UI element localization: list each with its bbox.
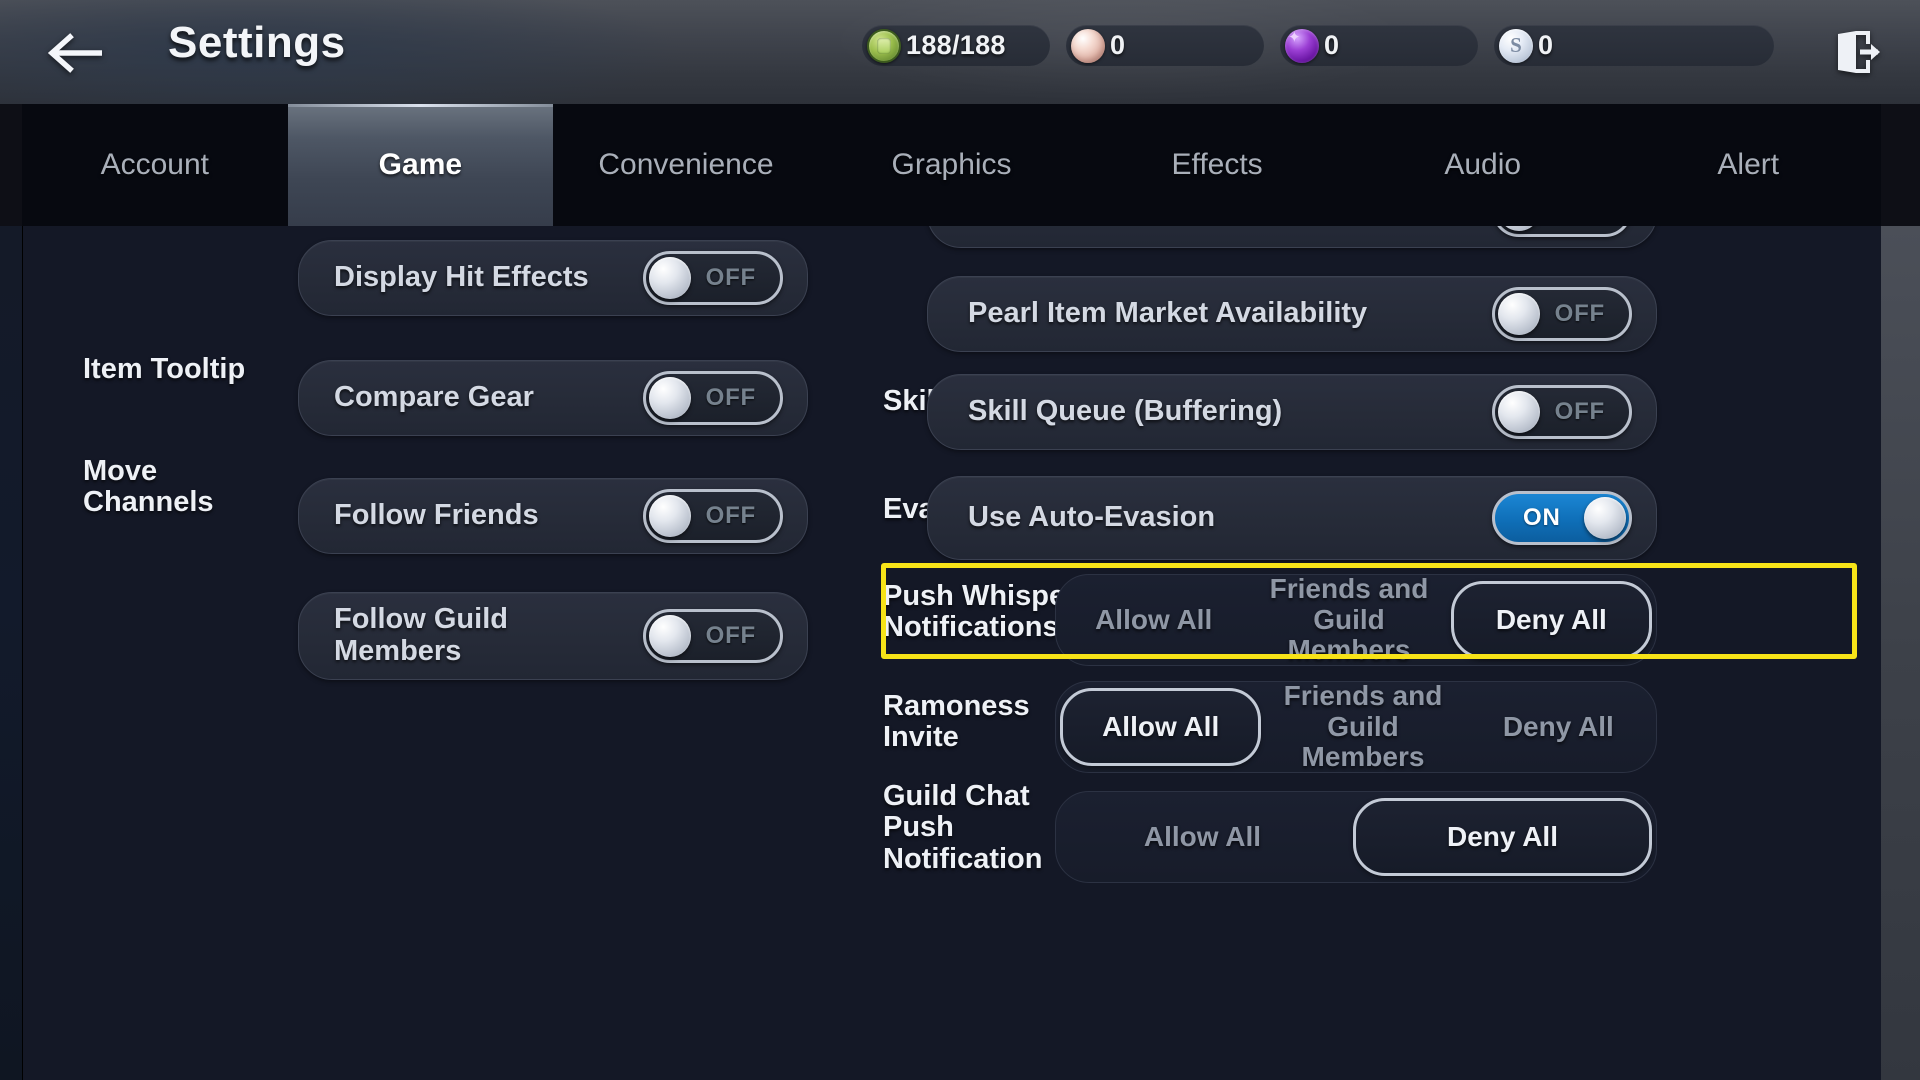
tab-account[interactable]: Account	[22, 104, 288, 226]
toggle-knob	[1584, 497, 1626, 539]
currency-pearl-value: 0	[1110, 30, 1126, 60]
tab-convenience[interactable]: Convenience	[553, 104, 819, 226]
settings-content: Display Hit Effects OFF Item Tooltip Com…	[22, 226, 1881, 1080]
toggle-knob	[649, 615, 691, 657]
currency-gem-value: 0	[1324, 30, 1340, 60]
row-follow-guild-members-label: Follow Guild Members	[334, 603, 508, 667]
segmented-push-whisper-notifications: Allow All Friends and Guild Members Deny…	[1055, 573, 1657, 666]
row-skill-queue-buffering[interactable]: Skill Queue (Buffering) OFF	[927, 374, 1657, 450]
seg-ramoness-friends-guild[interactable]: Friends and Guild Members	[1265, 680, 1460, 772]
currency-silver[interactable]: S 0	[1494, 25, 1774, 66]
segmented-guild-chat-push-notification: Allow All Deny All	[1055, 791, 1657, 883]
tab-alert[interactable]: Alert	[1615, 104, 1881, 226]
tab-graphics-label: Graphics	[891, 148, 1012, 181]
currency-energy-value: 188/188	[906, 30, 1006, 60]
tab-audio[interactable]: Audio	[1350, 104, 1616, 226]
toggle-skill-queue-buffering-state: OFF	[1554, 398, 1605, 425]
tab-effects-label: Effects	[1171, 148, 1263, 181]
row-display-hit-effects-label: Display Hit Effects	[334, 261, 589, 294]
seg-push-whisper-friends-guild[interactable]: Friends and Guild Members	[1251, 573, 1446, 665]
toggle-use-auto-evasion[interactable]: ON	[1492, 491, 1632, 545]
seg-guild-chat-deny-all[interactable]: Deny All	[1353, 798, 1652, 876]
row-follow-guild-members[interactable]: Follow Guild Members OFF	[298, 592, 808, 680]
toggle-display-hit-effects[interactable]: OFF	[643, 251, 783, 305]
toggle-partial-above[interactable]: OFF	[1492, 226, 1632, 237]
toggle-pearl-item-market-availability[interactable]: OFF	[1492, 287, 1632, 341]
row-pearl-item-market-availability[interactable]: Pearl Item Market Availability OFF	[927, 276, 1657, 352]
row-display-hit-effects[interactable]: Display Hit Effects OFF	[298, 240, 808, 316]
tab-graphics[interactable]: Graphics	[819, 104, 1085, 226]
exit-button[interactable]	[1826, 22, 1890, 82]
segmented-ramoness-invite: Allow All Friends and Guild Members Deny…	[1055, 680, 1657, 773]
back-button[interactable]	[38, 24, 114, 82]
left-settings-column: Display Hit Effects OFF Item Tooltip Com…	[59, 226, 849, 1080]
toggle-knob	[649, 377, 691, 419]
toggle-follow-guild-members-state: OFF	[705, 622, 756, 649]
arrow-left-icon	[48, 33, 102, 73]
toggle-knob	[1498, 226, 1540, 231]
toggle-compare-gear-state: OFF	[705, 384, 756, 411]
seg-push-whisper-allow-all[interactable]: Allow All	[1056, 575, 1251, 665]
page-title: Settings	[168, 18, 346, 67]
toggle-pearl-item-market-availability-state: OFF	[1554, 300, 1605, 327]
toggle-use-auto-evasion-state: ON	[1523, 504, 1561, 531]
toggle-follow-friends-state: OFF	[705, 502, 756, 529]
currency-gem[interactable]: 0	[1280, 25, 1478, 66]
row-use-auto-evasion[interactable]: Use Auto-Evasion ON	[927, 476, 1657, 560]
row-compare-gear-label: Compare Gear	[334, 381, 534, 414]
row-follow-friends-label: Follow Friends	[334, 499, 539, 532]
toggle-follow-friends[interactable]: OFF	[643, 489, 783, 543]
tab-account-label: Account	[100, 148, 209, 181]
currency-pearl[interactable]: 0	[1066, 25, 1264, 66]
row-follow-friends[interactable]: Follow Friends OFF	[298, 478, 808, 554]
right-edge-strip	[1881, 226, 1920, 1080]
tab-alert-label: Alert	[1717, 148, 1780, 181]
group-label-push-whisper-notifications: Push Whisper Notifications	[883, 580, 1077, 644]
exit-door-icon	[1838, 31, 1880, 73]
toggle-knob	[649, 257, 691, 299]
group-label-item-tooltip: Item Tooltip	[83, 353, 246, 385]
seg-ramoness-allow-all[interactable]: Allow All	[1060, 688, 1262, 766]
left-edge-strip	[0, 226, 22, 1080]
currency-silver-value: 0	[1538, 30, 1554, 60]
seg-push-whisper-deny-all[interactable]: Deny All	[1450, 581, 1652, 659]
toggle-follow-guild-members[interactable]: OFF	[643, 609, 783, 663]
row-skill-queue-buffering-label: Skill Queue (Buffering)	[968, 395, 1283, 428]
tab-effects[interactable]: Effects	[1084, 104, 1350, 226]
row-use-auto-evasion-label: Use Auto-Evasion	[968, 501, 1216, 534]
seg-guild-chat-allow-all[interactable]: Allow All	[1056, 792, 1349, 882]
currency-energy[interactable]: 188/188	[862, 25, 1050, 66]
seg-ramoness-deny-all[interactable]: Deny All	[1461, 682, 1656, 772]
toggle-display-hit-effects-state: OFF	[705, 264, 756, 291]
group-label-move-channels: Move Channels	[83, 455, 214, 519]
settings-tabs: Account Game Convenience Graphics Effect…	[22, 104, 1881, 226]
group-label-guild-chat-push-notification: Guild Chat Push Notification	[883, 780, 1043, 875]
tab-convenience-label: Convenience	[598, 148, 774, 181]
toggle-knob	[1498, 293, 1540, 335]
tab-game-label: Game	[378, 148, 463, 181]
toggle-knob	[649, 495, 691, 537]
group-label-ramoness-invite: Ramoness Invite	[883, 690, 1030, 754]
toggle-skill-queue-buffering[interactable]: OFF	[1492, 385, 1632, 439]
gem-icon	[1285, 28, 1319, 63]
row-compare-gear[interactable]: Compare Gear OFF	[298, 360, 808, 436]
toggle-compare-gear[interactable]: OFF	[643, 371, 783, 425]
currency-bar: 188/188 0 0 S 0	[862, 25, 1774, 66]
top-bar: Settings 188/188 0 0 S 0	[0, 0, 1920, 104]
energy-icon	[867, 28, 901, 63]
row-partial-above[interactable]: OFF	[927, 226, 1657, 248]
toggle-knob	[1498, 391, 1540, 433]
tab-audio-label: Audio	[1444, 148, 1522, 181]
tab-game[interactable]: Game	[287, 104, 554, 226]
pearl-icon	[1071, 28, 1105, 63]
settings-screen: Settings 188/188 0 0 S 0	[0, 0, 1920, 1080]
right-settings-column: OFF Pearl Item Market Availability OFF S…	[883, 226, 1863, 1080]
row-pearl-item-market-availability-label: Pearl Item Market Availability	[968, 297, 1368, 330]
silver-icon: S	[1499, 28, 1533, 63]
